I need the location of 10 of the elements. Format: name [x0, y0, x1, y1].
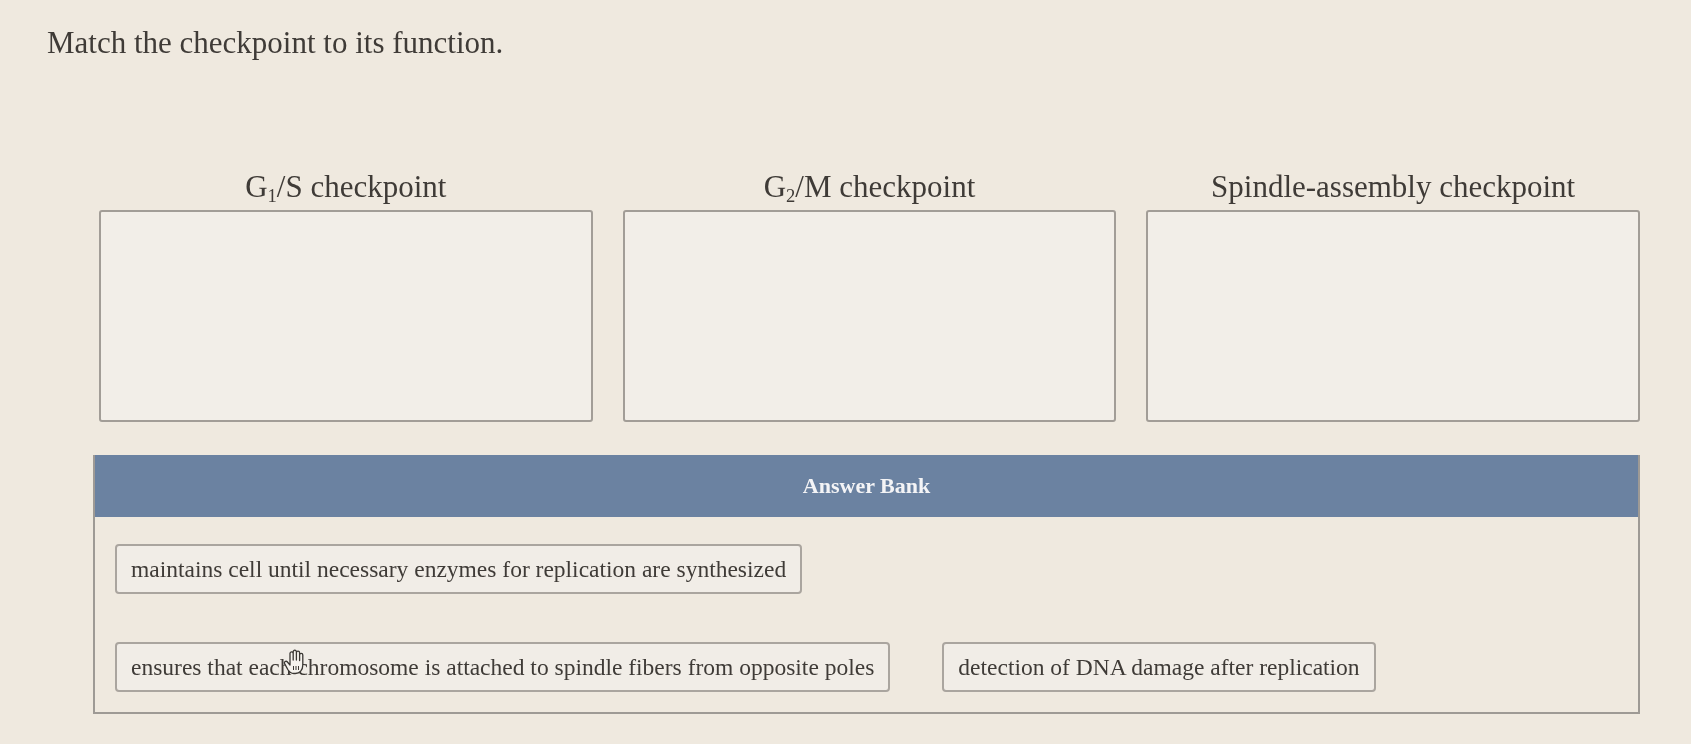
instruction-text: Match the checkpoint to its function. — [47, 24, 504, 62]
checkpoint-label: G$_{2}$/M checkpoint — [763, 170, 976, 204]
checkpoint-label: G$_{1}$/S checkpoint — [245, 170, 447, 204]
answer-card[interactable]: maintains cell until necessary enzymes for replication are synthesized — [115, 544, 803, 594]
drop-zone[interactable] — [1146, 210, 1640, 422]
drop-zone[interactable] — [99, 210, 593, 422]
checkpoint-label: Spindle-assembly checkpoint — [1211, 170, 1576, 204]
answer-card[interactable]: detection of DNA damage after replication — [942, 642, 1376, 692]
answer-bank-header: Answer Bank — [95, 455, 1638, 517]
drop-zone[interactable] — [622, 210, 1117, 422]
